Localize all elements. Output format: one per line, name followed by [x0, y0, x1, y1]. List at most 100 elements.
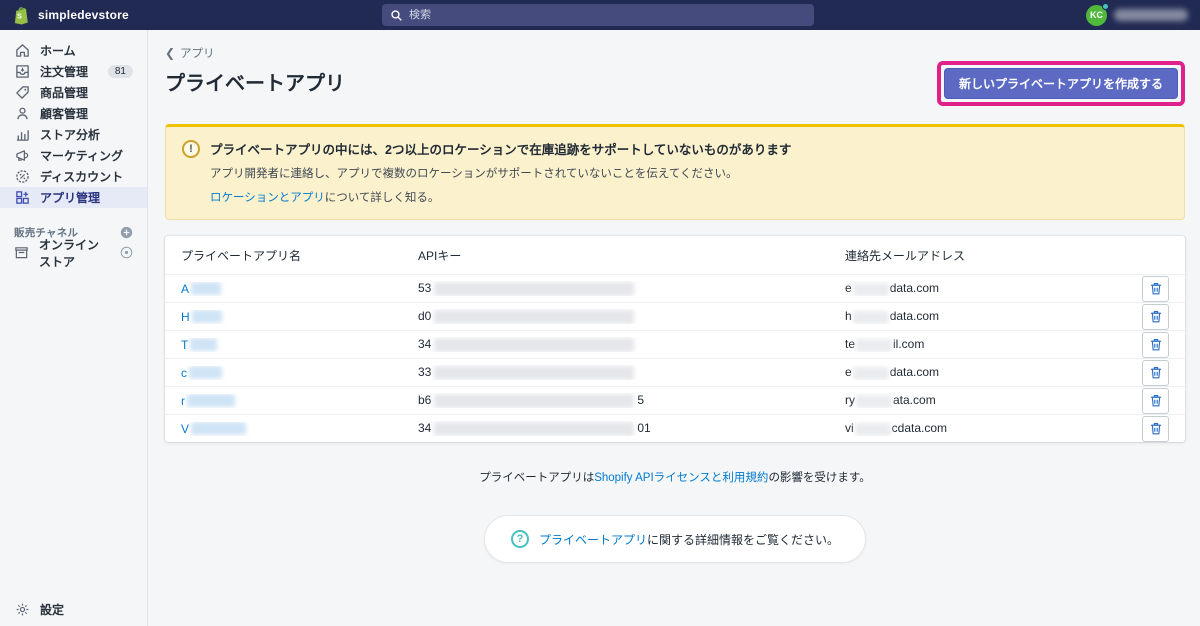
trash-icon: [1150, 311, 1161, 323]
avatar[interactable]: KC: [1086, 2, 1109, 26]
sidebar-item-discounts[interactable]: ディスカウント: [0, 166, 147, 187]
table-row: T 34 te il.com: [165, 330, 1185, 358]
private-apps-table: プライベートアプリ名 APIキー 連絡先メールアドレス A 53 e data.c…: [165, 236, 1185, 442]
trash-icon: [1150, 367, 1161, 379]
sidebar: ホーム 注文管理 81 商品管理 顧客管理 ストア分析 マーケティング ディスカ…: [0, 30, 148, 626]
redacted-app-name: [187, 394, 235, 407]
store-brand[interactable]: S simpledevstore: [12, 5, 382, 25]
user-name-redacted: [1114, 9, 1188, 21]
sidebar-item-settings[interactable]: 設定: [0, 599, 147, 620]
customers-icon: [14, 106, 30, 121]
search-input[interactable]: [409, 9, 805, 21]
delete-app-button[interactable]: [1142, 331, 1169, 358]
redacted-app-name: [191, 310, 222, 323]
sidebar-item-products[interactable]: 商品管理: [0, 82, 147, 103]
app-name-link[interactable]: T: [181, 338, 218, 352]
app-name-link[interactable]: c: [181, 366, 222, 380]
private-apps-help-link[interactable]: プライベートアプリ: [539, 533, 647, 547]
app-name-link[interactable]: A: [181, 282, 222, 296]
add-sales-channel-button[interactable]: [120, 226, 133, 239]
trash-icon: [1150, 283, 1161, 295]
store-name: simpledevstore: [38, 8, 129, 22]
redacted-email: [852, 310, 889, 324]
table-row: c 33 e data.com: [165, 358, 1185, 386]
notification-dot: [1102, 2, 1109, 10]
redacted-api-key: [434, 393, 635, 408]
column-header-name: プライベートアプリ名: [181, 248, 302, 263]
search-icon: [391, 9, 402, 21]
redacted-email: [854, 422, 891, 436]
table-header-row: プライベートアプリ名 APIキー 連絡先メールアドレス: [165, 236, 1185, 274]
table-row: r b6 5 ry ata.com: [165, 386, 1185, 414]
redacted-api-key: [434, 365, 635, 380]
topbar: S simpledevstore KC: [0, 0, 1200, 30]
warning-banner: ! プライベートアプリの中には、2つ以上のロケーションで在庫追跡をサポートしてい…: [165, 124, 1185, 220]
trash-icon: [1150, 423, 1161, 435]
banner-link-line: ロケーションとアプリについて詳しく知る。: [210, 192, 440, 204]
table-row: A 53 e data.com: [165, 274, 1185, 302]
sidebar-item-apps[interactable]: アプリ管理: [0, 187, 147, 208]
app-name-link[interactable]: V: [181, 422, 247, 436]
redacted-api-key: [434, 281, 635, 296]
redacted-api-key: [434, 337, 635, 352]
sidebar-item-home[interactable]: ホーム: [0, 40, 147, 61]
create-private-app-button[interactable]: 新しいプライベートアプリを作成する: [943, 68, 1178, 99]
home-icon: [14, 43, 30, 58]
orders-count-badge: 81: [107, 65, 133, 78]
redacted-app-name: [190, 338, 218, 351]
delete-app-button[interactable]: [1142, 415, 1169, 442]
products-icon: [14, 85, 30, 100]
shopify-logo-icon: S: [14, 7, 28, 25]
back-chevron-icon: ❮: [165, 46, 176, 60]
column-header-api-key: APIキー: [418, 248, 462, 263]
analytics-icon: [14, 127, 30, 142]
trash-icon: [1150, 395, 1161, 407]
delete-app-button[interactable]: [1142, 303, 1169, 330]
user-menu[interactable]: KC: [1086, 2, 1188, 26]
discounts-icon: [14, 169, 30, 184]
sidebar-item-marketing[interactable]: マーケティング: [0, 145, 147, 166]
orders-icon: [14, 64, 30, 79]
delete-app-button[interactable]: [1142, 387, 1169, 414]
help-card: ? プライベートアプリに関する詳細情報をご覧ください。: [483, 515, 867, 563]
global-search[interactable]: [382, 4, 814, 26]
gear-icon: [14, 602, 30, 617]
redacted-app-name: [191, 282, 222, 295]
breadcrumb[interactable]: ❮ アプリ: [165, 45, 215, 61]
redacted-app-name: [191, 422, 247, 435]
sidebar-item-online-store[interactable]: オンラインストア: [0, 238, 147, 269]
column-header-email: 連絡先メールアドレス: [845, 248, 966, 263]
redacted-email: [852, 366, 889, 380]
annotation-highlight-box: 新しいプライベートアプリを作成する: [936, 61, 1185, 106]
main-content: ❮ アプリ プライベートアプリ 新しいプライベートアプリを作成する ! プライベ…: [148, 30, 1200, 626]
redacted-api-key: [434, 309, 635, 324]
table-row: V 34 01 vi cdata.com: [165, 414, 1185, 442]
redacted-email: [856, 394, 892, 408]
svg-text:S: S: [17, 13, 22, 21]
help-text: プライベートアプリに関する詳細情報をご覧ください。: [538, 532, 840, 547]
redacted-app-name: [189, 366, 222, 379]
marketing-icon: [14, 148, 30, 163]
trash-icon: [1150, 339, 1161, 351]
banner-body: アプリ開発者に連絡し、アプリで複数のロケーションがサポートされていないことを伝え…: [210, 168, 738, 180]
sidebar-item-analytics[interactable]: ストア分析: [0, 124, 147, 145]
redacted-api-key: [434, 421, 635, 436]
warning-icon: !: [182, 139, 200, 158]
app-name-link[interactable]: r: [181, 394, 235, 408]
locations-apps-link[interactable]: ロケーションとアプリ: [210, 192, 325, 204]
view-online-store-icon[interactable]: [120, 246, 133, 259]
page-title: プライベートアプリ: [165, 73, 345, 95]
api-license-link[interactable]: Shopify APIライセンスと利用規約: [594, 472, 768, 484]
app-name-link[interactable]: H: [181, 310, 222, 324]
delete-app-button[interactable]: [1142, 275, 1169, 302]
redacted-email: [852, 282, 889, 296]
terms-line: プライベートアプリはShopify APIライセンスと利用規約の影響を受けます。: [479, 472, 871, 484]
sidebar-item-orders[interactable]: 注文管理 81: [0, 61, 147, 82]
help-icon: ?: [510, 530, 529, 548]
delete-app-button[interactable]: [1142, 359, 1169, 386]
redacted-email: [856, 338, 893, 352]
table-row: H d0 h data.com: [165, 302, 1185, 330]
online-store-icon: [14, 245, 29, 260]
sidebar-item-customers[interactable]: 顧客管理: [0, 103, 147, 124]
banner-title: プライベートアプリの中には、2つ以上のロケーションで在庫追跡をサポートしていない…: [210, 143, 792, 157]
